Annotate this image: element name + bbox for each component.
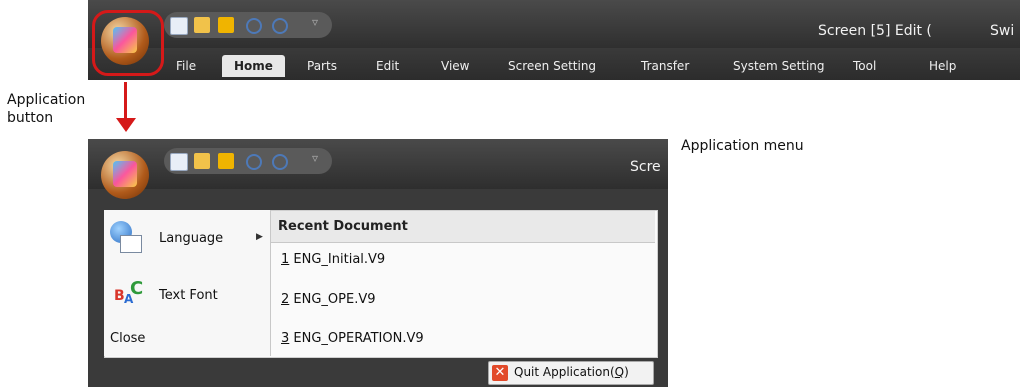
redo-icon[interactable] bbox=[272, 154, 288, 170]
close-icon: ✕ bbox=[492, 365, 508, 381]
undo-icon[interactable] bbox=[246, 18, 262, 34]
language-menu-item[interactable]: Language bbox=[159, 231, 223, 246]
redo-icon[interactable] bbox=[272, 18, 288, 34]
open-folder-icon[interactable] bbox=[194, 17, 210, 33]
application-menu-label: Application menu bbox=[681, 138, 804, 154]
callout-arrow-line bbox=[124, 82, 127, 122]
tab-parts[interactable]: Parts bbox=[307, 55, 337, 77]
tab-edit[interactable]: Edit bbox=[376, 55, 399, 77]
application-button-label: Application button bbox=[7, 92, 86, 126]
open-folder-icon[interactable] bbox=[194, 153, 210, 169]
save-icon[interactable] bbox=[218, 153, 234, 169]
new-icon[interactable] bbox=[170, 17, 188, 35]
tab-system-setting[interactable]: System Setting bbox=[733, 55, 825, 77]
tab-view[interactable]: View bbox=[441, 55, 469, 77]
undo-icon[interactable] bbox=[246, 154, 262, 170]
tab-help[interactable]: Help bbox=[929, 55, 956, 77]
text-font-menu-item[interactable]: Text Font bbox=[159, 288, 218, 303]
new-icon[interactable] bbox=[170, 153, 188, 171]
window-title-overflow: Swi bbox=[990, 23, 1015, 39]
tab-file[interactable]: File bbox=[176, 55, 196, 77]
save-icon[interactable] bbox=[218, 17, 234, 33]
customize-qat-icon[interactable]: ▿ bbox=[312, 15, 318, 29]
text-font-icon: B A C bbox=[114, 278, 144, 306]
language-icon bbox=[110, 221, 142, 255]
recent-document-item[interactable]: 1 ENG_Initial.V9 bbox=[281, 252, 385, 267]
close-menu-item[interactable]: Close bbox=[110, 331, 145, 346]
quit-application-label: Quit Application(Q) bbox=[514, 365, 629, 379]
recent-document-header: Recent Document bbox=[278, 219, 408, 234]
app-logo-icon bbox=[113, 161, 137, 187]
callout-arrow-head bbox=[116, 118, 136, 132]
tab-transfer[interactable]: Transfer bbox=[641, 55, 689, 77]
customize-qat-icon[interactable]: ▿ bbox=[312, 151, 318, 165]
window-title-lower: Scre bbox=[630, 159, 661, 175]
tab-tool[interactable]: Tool bbox=[853, 55, 876, 77]
recent-document-item[interactable]: 2 ENG_OPE.V9 bbox=[281, 292, 376, 307]
application-button[interactable] bbox=[101, 17, 149, 65]
window-title: Screen [5] Edit ( bbox=[818, 23, 932, 39]
quick-access-toolbar-lower: ▿ bbox=[164, 148, 332, 174]
submenu-arrow-icon: ▶ bbox=[256, 232, 263, 242]
app-logo-icon bbox=[113, 27, 137, 53]
quick-access-toolbar: ▿ bbox=[164, 12, 332, 38]
quit-application-button[interactable]: ✕ Quit Application(Q) bbox=[488, 361, 654, 385]
recent-document-item[interactable]: 3 ENG_OPERATION.V9 bbox=[281, 331, 424, 346]
application-button-open[interactable] bbox=[101, 151, 149, 199]
tab-home[interactable]: Home bbox=[222, 55, 285, 77]
tab-screen-setting[interactable]: Screen Setting bbox=[508, 55, 596, 77]
